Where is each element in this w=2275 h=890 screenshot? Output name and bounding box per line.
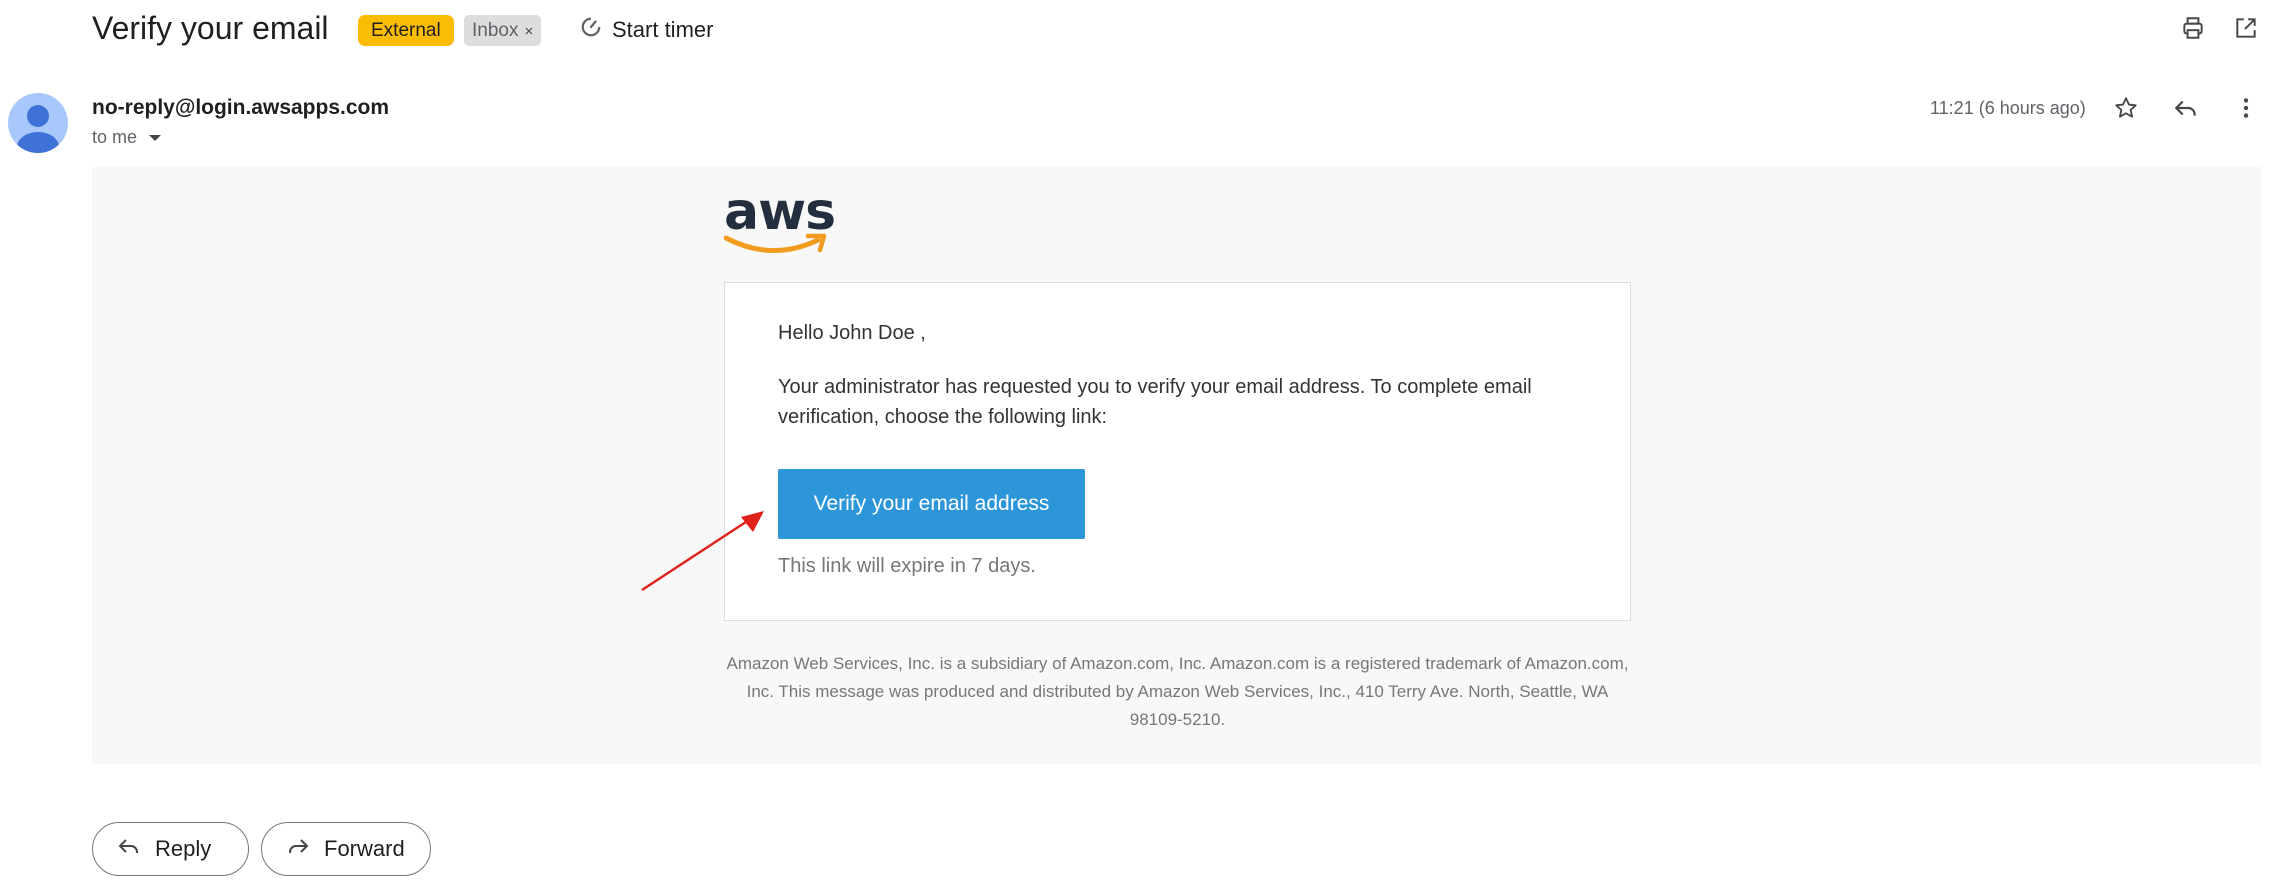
expiry-note: This link will expire in 7 days.	[778, 555, 1036, 577]
start-timer-button[interactable]: Start timer	[580, 14, 713, 46]
open-in-new-window-button[interactable]	[2228, 12, 2264, 48]
reply-icon-button[interactable]	[2168, 92, 2204, 128]
recipient-label: to me	[92, 127, 138, 147]
reply-arrow-icon	[117, 834, 141, 864]
sender-address[interactable]: no-reply@login.awsapps.com	[92, 96, 389, 120]
aws-smile-icon	[724, 233, 827, 253]
label-inbox[interactable]: Inbox ×	[464, 15, 542, 46]
message-timestamp: 11:21 (6 hours ago)	[1930, 98, 2086, 118]
print-button[interactable]	[2175, 12, 2211, 48]
forward-label: Forward	[324, 836, 405, 861]
sender-avatar[interactable]	[8, 93, 68, 153]
star-button[interactable]	[2108, 92, 2144, 128]
forward-arrow-icon	[286, 834, 310, 864]
aws-logo: aws	[724, 182, 836, 260]
open-in-new-window-icon	[2233, 15, 2259, 46]
recipient-details-toggle[interactable]: to me	[92, 127, 162, 148]
email-subject: Verify your email	[92, 10, 329, 46]
more-options-button[interactable]	[2228, 92, 2264, 128]
legal-footer: Amazon Web Services, Inc. is a subsidiar…	[726, 654, 1629, 729]
forward-button[interactable]: Forward	[261, 822, 431, 876]
person-icon	[17, 105, 59, 153]
annotation-arrow-icon	[641, 511, 764, 592]
reply-icon	[2173, 95, 2199, 126]
timer-icon	[580, 16, 602, 44]
reply-button[interactable]: Reply	[92, 822, 249, 876]
more-vert-icon	[2233, 95, 2259, 126]
instructions-paragraph: Your administrator has requested you to …	[778, 376, 1532, 428]
verify-email-button[interactable]: Verify your email address	[778, 469, 1085, 539]
remove-label-icon[interactable]: ×	[524, 23, 533, 40]
star-icon	[2113, 95, 2139, 126]
label-inbox-text: Inbox	[472, 20, 519, 41]
start-timer-label: Start timer	[612, 17, 714, 42]
print-icon	[2180, 15, 2206, 46]
greeting: Hello John Doe ,	[778, 322, 926, 344]
label-external: External	[358, 15, 454, 46]
reply-label: Reply	[155, 836, 212, 861]
chevron-down-icon	[149, 134, 162, 141]
